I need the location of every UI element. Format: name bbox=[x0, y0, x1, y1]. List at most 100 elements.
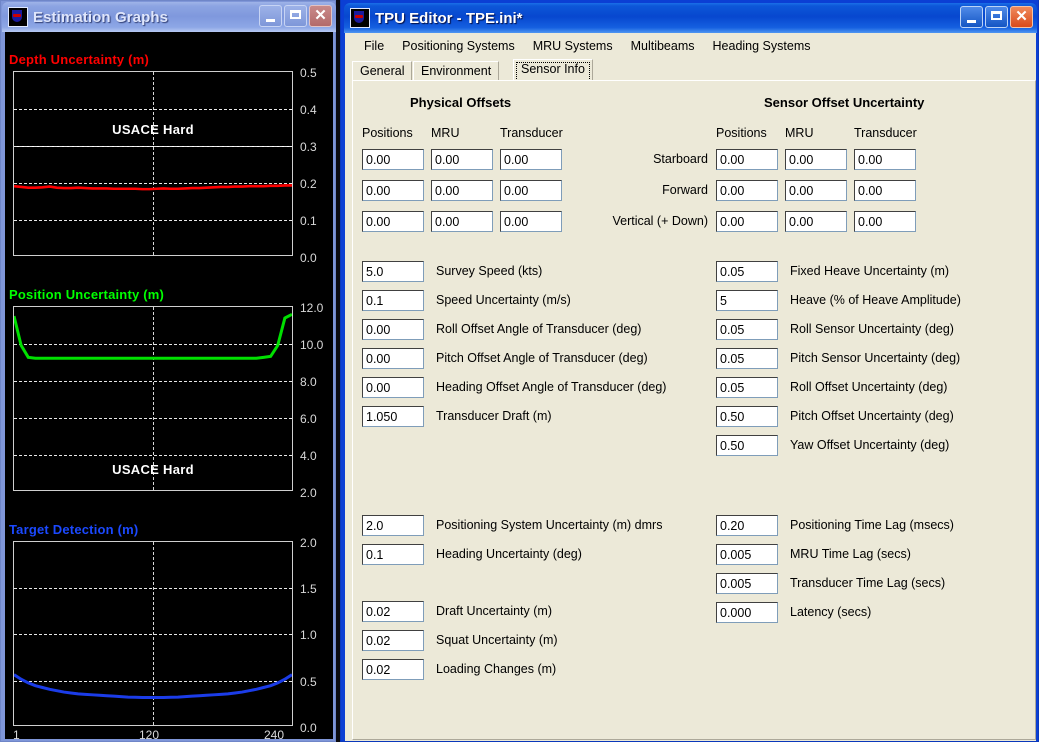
menu-positioning-systems[interactable]: Positioning Systems bbox=[393, 36, 524, 56]
col-head-transducer-left: Transducer bbox=[500, 126, 563, 140]
label-roll-offset-angle: Roll Offset Angle of Transducer (deg) bbox=[436, 322, 642, 336]
y-tick: 0.5 bbox=[300, 675, 317, 689]
field-roll-offset-angle[interactable] bbox=[362, 319, 424, 340]
maximize-button[interactable] bbox=[985, 6, 1008, 28]
menu-mru-systems[interactable]: MRU Systems bbox=[524, 36, 622, 56]
y-tick: 12.0 bbox=[300, 301, 324, 315]
field-positioning-system-uncertainty[interactable] bbox=[362, 515, 424, 536]
plot-area bbox=[13, 541, 293, 726]
offset-forward-transducer[interactable] bbox=[500, 180, 562, 201]
chart-depth-uncertainty: Depth Uncertainty (m) USACE Hard 0.5 0.4 bbox=[5, 52, 333, 267]
tab-general[interactable]: General bbox=[352, 61, 413, 81]
label-draft-uncertainty: Draft Uncertainty (m) bbox=[436, 604, 552, 618]
offset-starboard-mru[interactable] bbox=[431, 149, 493, 170]
field-draft-uncertainty[interactable] bbox=[362, 601, 424, 622]
menu-heading-systems[interactable]: Heading Systems bbox=[704, 36, 820, 56]
uncert-vertical-mru[interactable] bbox=[785, 211, 847, 232]
tab-environment[interactable]: Environment bbox=[413, 61, 500, 81]
y-tick: 0.0 bbox=[300, 251, 317, 265]
chart-title: Target Detection (m) bbox=[9, 522, 139, 537]
label-heave-percent: Heave (% of Heave Amplitude) bbox=[790, 293, 961, 307]
offset-vertical-positions[interactable] bbox=[362, 211, 424, 232]
label-mru-time-lag: MRU Time Lag (secs) bbox=[790, 547, 911, 561]
field-pitch-offset-uncertainty[interactable] bbox=[716, 406, 778, 427]
label-positioning-time-lag: Positioning Time Lag (msecs) bbox=[790, 518, 954, 532]
field-squat-uncertainty[interactable] bbox=[362, 630, 424, 651]
field-roll-offset-uncertainty[interactable] bbox=[716, 377, 778, 398]
uncert-starboard-positions[interactable] bbox=[716, 149, 778, 170]
field-heave-percent[interactable] bbox=[716, 290, 778, 311]
row-label-forward: Forward bbox=[662, 183, 708, 197]
offset-forward-mru[interactable] bbox=[431, 180, 493, 201]
label-pitch-sensor-uncertainty: Pitch Sensor Uncertainty (deg) bbox=[790, 351, 961, 365]
x-tick: 240 bbox=[264, 728, 285, 742]
label-heading-offset-angle: Heading Offset Angle of Transducer (deg) bbox=[436, 380, 667, 394]
uncert-forward-positions[interactable] bbox=[716, 180, 778, 201]
field-loading-changes[interactable] bbox=[362, 659, 424, 680]
tpu-editor-client: File Positioning Systems MRU Systems Mul… bbox=[345, 33, 1036, 741]
tab-sensor-info[interactable]: Sensor Info bbox=[513, 59, 593, 81]
field-speed-uncertainty[interactable] bbox=[362, 290, 424, 311]
y-tick: 10.0 bbox=[300, 338, 324, 352]
y-tick: 0.1 bbox=[300, 214, 317, 228]
field-transducer-time-lag[interactable] bbox=[716, 573, 778, 594]
tpu-editor-window[interactable]: TPU Editor - TPE.ini* ✕ File Positioning… bbox=[340, 0, 1039, 742]
tab-sensor-info-label: Sensor Info bbox=[521, 62, 585, 76]
graphs-canvas: Depth Uncertainty (m) USACE Hard 0.5 0.4 bbox=[5, 32, 333, 742]
field-yaw-offset-uncertainty[interactable] bbox=[716, 435, 778, 456]
label-roll-offset-uncertainty: Roll Offset Uncertainty (deg) bbox=[790, 380, 948, 394]
field-transducer-draft[interactable] bbox=[362, 406, 424, 427]
field-pitch-sensor-uncertainty[interactable] bbox=[716, 348, 778, 369]
close-icon: ✕ bbox=[314, 7, 327, 24]
field-fixed-heave-uncertainty[interactable] bbox=[716, 261, 778, 282]
sensor-info-panel: Physical Offsets Sensor Offset Uncertain… bbox=[352, 80, 1036, 740]
y-tick: 0.3 bbox=[300, 140, 317, 154]
window-controls: ✕ bbox=[259, 5, 332, 27]
col-head-positions-left: Positions bbox=[362, 126, 413, 140]
label-pitch-offset-uncertainty: Pitch Offset Uncertainty (deg) bbox=[790, 409, 954, 423]
field-roll-sensor-uncertainty[interactable] bbox=[716, 319, 778, 340]
uncert-vertical-positions[interactable] bbox=[716, 211, 778, 232]
label-latency: Latency (secs) bbox=[790, 605, 872, 619]
tpu-editor-titlebar[interactable]: TPU Editor - TPE.ini* ✕ bbox=[344, 3, 1037, 33]
uncert-starboard-mru[interactable] bbox=[785, 149, 847, 170]
physical-offsets-heading: Physical Offsets bbox=[410, 95, 512, 110]
estimation-graphs-titlebar[interactable]: Estimation Graphs ✕ bbox=[2, 2, 336, 32]
field-heading-offset-angle[interactable] bbox=[362, 377, 424, 398]
row-label-starboard: Starboard bbox=[653, 152, 708, 166]
series-depth-uncertainty bbox=[14, 184, 292, 191]
offset-starboard-positions[interactable] bbox=[362, 149, 424, 170]
menu-file[interactable]: File bbox=[355, 36, 393, 56]
close-button[interactable]: ✕ bbox=[309, 5, 332, 27]
field-survey-speed[interactable] bbox=[362, 261, 424, 282]
app-icon bbox=[8, 7, 28, 27]
uncert-vertical-transducer[interactable] bbox=[854, 211, 916, 232]
minimize-button[interactable] bbox=[960, 6, 983, 28]
maximize-button[interactable] bbox=[284, 5, 307, 27]
minimize-button[interactable] bbox=[259, 5, 282, 27]
field-mru-time-lag[interactable] bbox=[716, 544, 778, 565]
y-tick: 1.0 bbox=[300, 628, 317, 642]
uncert-forward-mru[interactable] bbox=[785, 180, 847, 201]
field-pitch-offset-angle[interactable] bbox=[362, 348, 424, 369]
x-tick: 1 bbox=[13, 728, 20, 742]
offset-forward-positions[interactable] bbox=[362, 180, 424, 201]
offset-vertical-mru[interactable] bbox=[431, 211, 493, 232]
field-positioning-time-lag[interactable] bbox=[716, 515, 778, 536]
label-roll-sensor-uncertainty: Roll Sensor Uncertainty (deg) bbox=[790, 322, 954, 336]
menu-multibeams[interactable]: Multibeams bbox=[622, 36, 704, 56]
field-latency[interactable] bbox=[716, 602, 778, 623]
col-head-positions-right: Positions bbox=[716, 126, 767, 140]
label-squat-uncertainty: Squat Uncertainty (m) bbox=[436, 633, 558, 647]
col-head-mru-right: MRU bbox=[785, 126, 814, 140]
label-heading-uncertainty: Heading Uncertainty (deg) bbox=[436, 547, 582, 561]
uncert-forward-transducer[interactable] bbox=[854, 180, 916, 201]
close-button[interactable]: ✕ bbox=[1010, 6, 1033, 28]
uncert-starboard-transducer[interactable] bbox=[854, 149, 916, 170]
offset-vertical-transducer[interactable] bbox=[500, 211, 562, 232]
offset-starboard-transducer[interactable] bbox=[500, 149, 562, 170]
field-heading-uncertainty[interactable] bbox=[362, 544, 424, 565]
estimation-graphs-window[interactable]: Estimation Graphs ✕ Depth Uncertainty (m… bbox=[0, 0, 336, 742]
close-icon: ✕ bbox=[1015, 8, 1028, 25]
label-speed-uncertainty: Speed Uncertainty (m/s) bbox=[436, 293, 571, 307]
